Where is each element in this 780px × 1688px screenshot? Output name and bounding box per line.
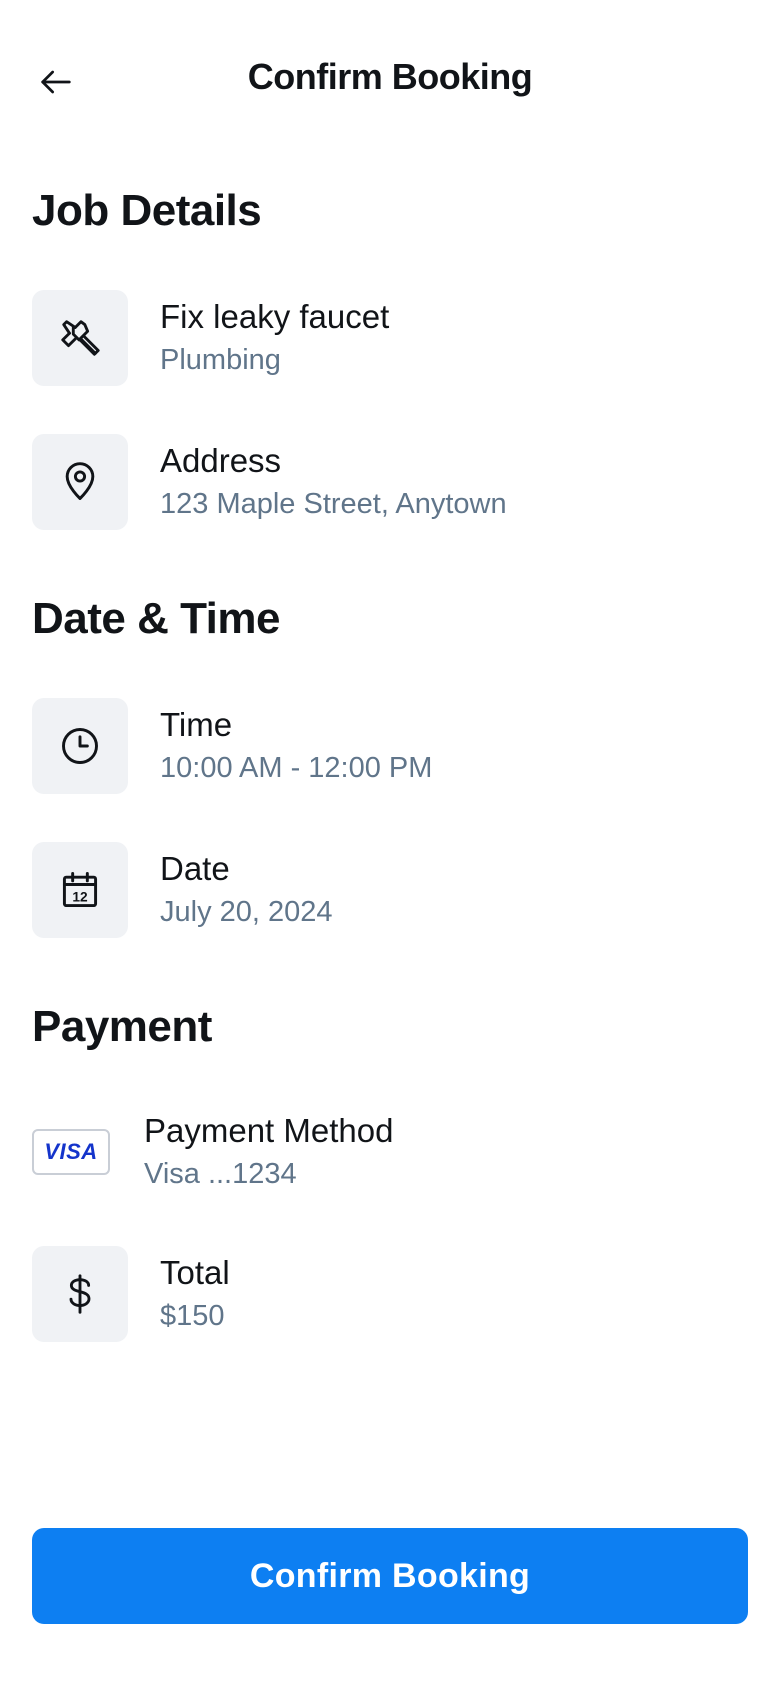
map-pin-icon [65, 462, 95, 500]
section-title-date-time: Date & Time [32, 594, 281, 643]
dollar-icon [69, 1274, 91, 1314]
total-icon-container [32, 1246, 128, 1342]
payment-method-row[interactable]: VISA Payment Method Visa ...1234 [32, 1104, 748, 1200]
section-title-payment: Payment [32, 1002, 212, 1051]
address-icon-container [32, 434, 128, 530]
address-value: 123 Maple Street, Anytown [160, 488, 507, 520]
job-category: Plumbing [160, 344, 281, 376]
section-title-job-details: Job Details [32, 186, 262, 235]
app-header: Confirm Booking [0, 0, 780, 160]
payment-method-value: Visa ...1234 [144, 1158, 297, 1190]
total-label: Total [160, 1254, 230, 1291]
time-icon-container [32, 698, 128, 794]
address-label: Address [160, 442, 282, 479]
card-brand: VISA [44, 1139, 98, 1164]
clock-icon [62, 728, 98, 764]
time-label: Time [160, 706, 233, 743]
page-title: Confirm Booking [247, 56, 533, 97]
total-value: $150 [160, 1300, 225, 1332]
total-row: Total $150 [32, 1246, 748, 1342]
time-row: Time 10:00 AM - 12:00 PM [32, 698, 748, 794]
time-value: 10:00 AM - 12:00 PM [160, 752, 433, 784]
visa-card-icon: VISA [32, 1129, 110, 1175]
date-icon-container: 12 [32, 842, 128, 938]
hammer-icon [61, 320, 100, 356]
job-icon-container [32, 290, 128, 386]
svg-text:12: 12 [72, 889, 88, 904]
job-title: Fix leaky faucet [160, 298, 390, 335]
date-row: 12 Date July 20, 2024 [32, 842, 748, 938]
job-description-row: Fix leaky faucet Plumbing [32, 290, 748, 386]
date-value: July 20, 2024 [160, 896, 333, 928]
date-label: Date [160, 850, 230, 887]
address-row: Address 123 Maple Street, Anytown [32, 434, 748, 530]
confirm-booking-button[interactable]: Confirm Booking [32, 1528, 748, 1624]
payment-method-label: Payment Method [144, 1112, 394, 1149]
calendar-icon: 12 [62, 872, 98, 908]
